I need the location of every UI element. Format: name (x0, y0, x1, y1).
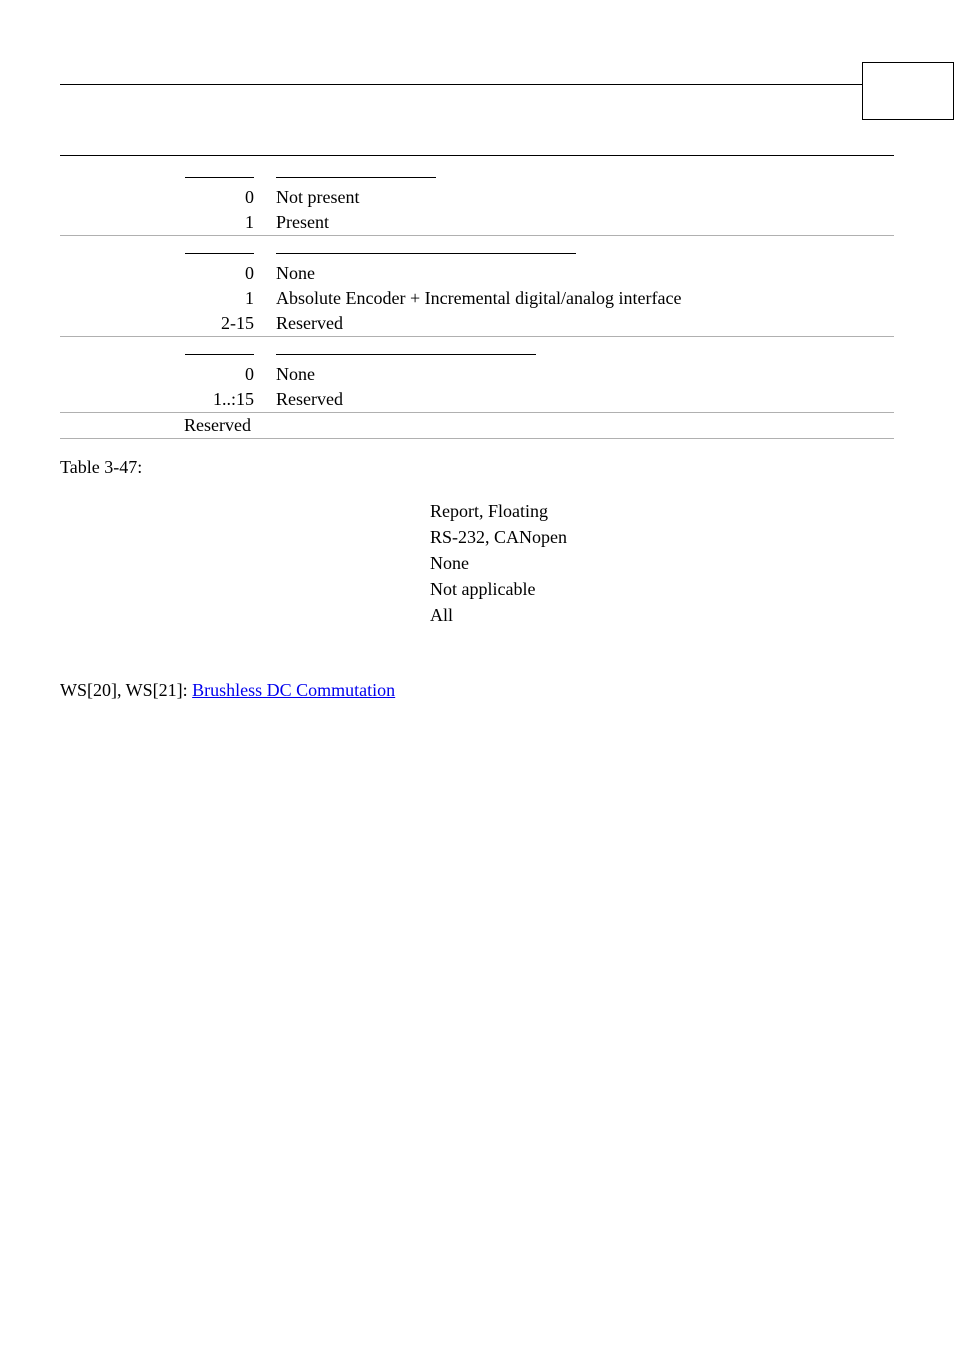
table-row: 1 Present (60, 210, 894, 236)
cell-desc: Not present (268, 185, 894, 210)
table-caption: Table 3-47: (60, 457, 894, 478)
prop-line: Not applicable (430, 576, 894, 602)
cell-desc: Present (268, 210, 894, 236)
header-box (862, 62, 954, 120)
table-row: 0 None (60, 261, 894, 286)
prop-line: Report, Floating (430, 498, 894, 524)
prop-line: None (430, 550, 894, 576)
header-divider (60, 84, 894, 85)
see-also-link[interactable]: Brushless DC Commutation (192, 680, 395, 700)
cell-value (185, 253, 254, 254)
cell-value: 1 (176, 210, 268, 236)
cell-desc (276, 354, 536, 355)
table-row: 1 Absolute Encoder + Incremental digital… (60, 286, 894, 311)
see-also-prefix: WS[20], WS[21]: (60, 680, 192, 700)
properties-block: Report, Floating RS-232, CANopen None No… (430, 498, 894, 628)
cell-desc: None (268, 261, 894, 286)
table-row: 0 Not present (60, 185, 894, 210)
cell-value: 1..:15 (176, 387, 268, 413)
cell-value: 0 (176, 261, 268, 286)
cell-value: 1 (176, 286, 268, 311)
cell-value (185, 354, 254, 355)
table-row: 2-15 Reserved (60, 311, 894, 337)
cell-desc: None (268, 362, 894, 387)
table-row (60, 160, 894, 185)
table-row: 0 None (60, 362, 894, 387)
bits-table: 0 Not present 1 Present 0 None 1 (60, 155, 894, 439)
cell-value: 2-15 (176, 311, 268, 337)
cell-desc: Reserved (176, 413, 268, 439)
table-row (60, 236, 894, 262)
table-row: 1..:15 Reserved (60, 387, 894, 413)
see-also: WS[20], WS[21]: Brushless DC Commutation (60, 680, 894, 701)
table-row (60, 337, 894, 363)
cell-desc (276, 177, 436, 178)
cell-desc: Reserved (268, 311, 894, 337)
cell-value (185, 177, 254, 178)
cell-desc (276, 253, 576, 254)
cell-value: 0 (176, 362, 268, 387)
table-row: Reserved (60, 413, 894, 439)
cell-value: 0 (176, 185, 268, 210)
prop-line: All (430, 602, 894, 628)
cell-desc: Absolute Encoder + Incremental digital/a… (268, 286, 894, 311)
prop-line: RS-232, CANopen (430, 524, 894, 550)
cell-desc: Reserved (268, 387, 894, 413)
